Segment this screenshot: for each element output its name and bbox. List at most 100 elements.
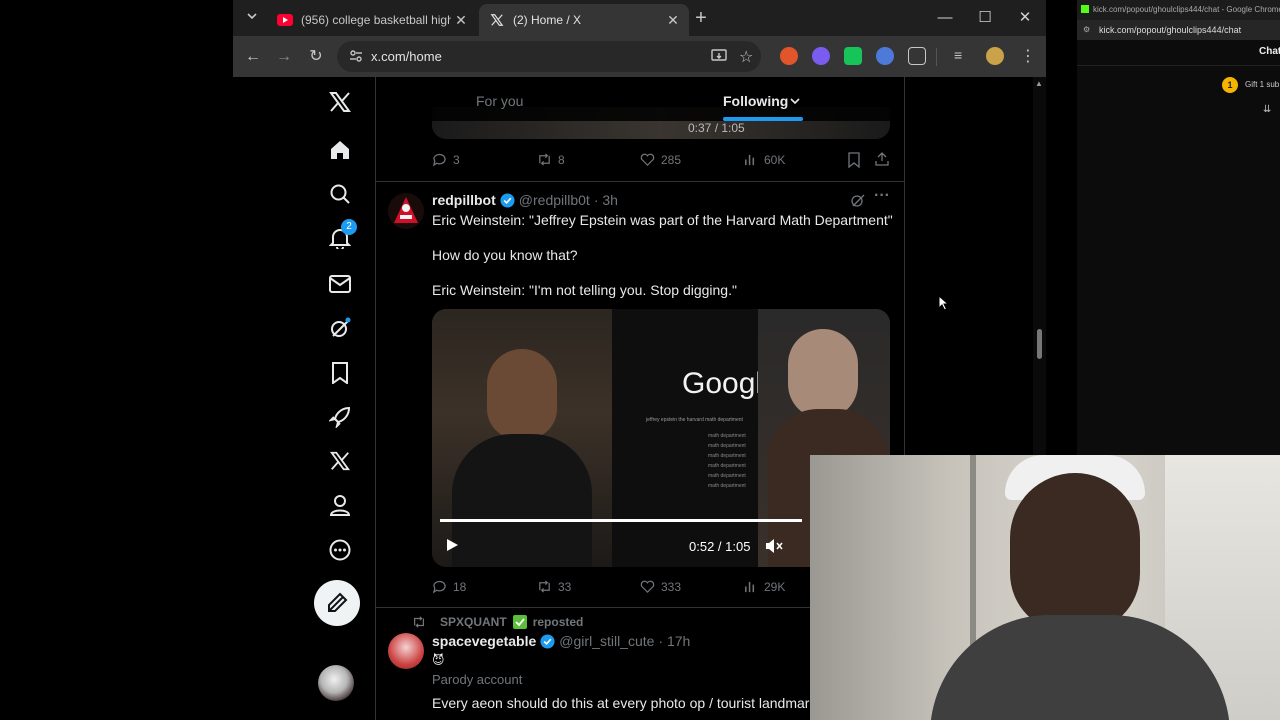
tab-search-button[interactable]: [239, 5, 265, 31]
premium-x-icon[interactable]: [327, 448, 353, 474]
views-button[interactable]: 29K: [743, 579, 785, 594]
author-name[interactable]: redpillbot: [432, 192, 496, 208]
x-logo-icon: [489, 12, 505, 28]
chat-header: Chat: [1077, 40, 1280, 66]
grok-icon[interactable]: [327, 315, 353, 341]
post-button[interactable]: [314, 580, 360, 626]
views-button[interactable]: 60K: [743, 152, 785, 167]
repost-icon: [414, 616, 424, 628]
like-button[interactable]: 333: [640, 579, 681, 594]
video-google-screen: Googl jeffrey epstein the harvard math d…: [612, 309, 762, 567]
video-progress-bar[interactable]: [440, 519, 802, 522]
url-text: x.com/home: [371, 49, 442, 64]
left-nav: 2: [303, 77, 373, 720]
reply-button[interactable]: 3: [432, 152, 460, 167]
repost-button[interactable]: 8: [537, 152, 565, 167]
more-options-icon[interactable]: ···: [874, 187, 890, 205]
popup-title: kick.com/popout/ghoulclips444/chat - Goo…: [1093, 5, 1280, 14]
verified-badge-icon: [500, 192, 515, 208]
popup-titlebar: kick.com/popout/ghoulclips444/chat - Goo…: [1077, 0, 1280, 20]
grok-action-icon[interactable]: [850, 192, 866, 213]
reply-button[interactable]: 18: [432, 579, 466, 594]
forward-button[interactable]: →: [271, 44, 297, 70]
heart-icon: [640, 580, 655, 593]
site-settings-icon[interactable]: [349, 49, 363, 68]
chevron-down-icon[interactable]: [789, 94, 801, 112]
profile-icon[interactable]: [327, 492, 353, 518]
reply-icon: [432, 580, 446, 594]
post-emoji: 😈: [432, 653, 445, 667]
post-time[interactable]: · 17h: [658, 633, 690, 649]
home-icon[interactable]: [327, 137, 353, 163]
minimize-button[interactable]: —: [930, 6, 960, 30]
toolbar-divider: [936, 48, 937, 66]
avatar[interactable]: [388, 193, 424, 229]
install-app-icon[interactable]: [711, 49, 727, 68]
popup-urlbar: ⚙ kick.com/popout/ghoulclips444/chat: [1077, 20, 1280, 40]
avatar[interactable]: [388, 633, 424, 669]
tab-following[interactable]: Following: [723, 93, 788, 109]
account-avatar[interactable]: [318, 665, 354, 701]
shield-extension-icon[interactable]: [876, 47, 894, 65]
bookmark-star-icon[interactable]: ☆: [739, 47, 753, 67]
maximize-button[interactable]: ☐: [970, 6, 1000, 30]
share-icon[interactable]: [874, 151, 890, 172]
chevron-down-icon: [247, 13, 257, 20]
author-name[interactable]: spacevegetable: [432, 633, 536, 649]
reply-count: 18: [453, 579, 467, 594]
like-button[interactable]: 285: [640, 152, 681, 167]
close-window-button[interactable]: ✕: [1010, 6, 1040, 30]
post-time[interactable]: · 3h: [594, 192, 618, 208]
prev-video-time: 0:37 / 1:05: [688, 121, 745, 135]
repost-button[interactable]: 33: [537, 579, 571, 594]
reposted-label: reposted: [532, 615, 584, 629]
profile-avatar-icon[interactable]: [986, 47, 1004, 65]
site-settings-icon[interactable]: ⚙: [1083, 25, 1090, 34]
scrollbar-thumb[interactable]: [1037, 329, 1042, 359]
author-handle[interactable]: @girl_still_cute: [559, 633, 654, 649]
bookmark-icon[interactable]: [847, 152, 861, 173]
x-logo-icon[interactable]: [327, 89, 353, 115]
feed-tabs: For you Following: [376, 77, 904, 121]
like-count: 285: [661, 152, 682, 167]
mouse-cursor-icon: [938, 295, 950, 311]
fox-extension-icon[interactable]: [780, 47, 798, 65]
post-text-line-1: Eric Weinstein: "Jeffrey Epstein was par…: [432, 212, 893, 228]
reload-button[interactable]: ↻: [303, 44, 329, 70]
notifications-icon[interactable]: 2: [327, 219, 357, 251]
dice-extension-icon[interactable]: [844, 47, 862, 65]
popup-url: kick.com/popout/ghoulclips444/chat: [1099, 25, 1242, 35]
post-text-line-2: How do you know that?: [432, 247, 578, 263]
media-controls-icon[interactable]: ≡: [954, 47, 962, 63]
more-icon[interactable]: [327, 537, 353, 563]
play-icon[interactable]: [444, 537, 460, 558]
messages-icon[interactable]: [327, 271, 353, 297]
like-count: 333: [661, 579, 682, 594]
pinned-menu-icon[interactable]: ⇊: [1263, 104, 1271, 115]
search-icon[interactable]: [327, 181, 353, 207]
back-button[interactable]: ←: [240, 44, 266, 70]
close-tab-icon[interactable]: ✕: [451, 12, 471, 29]
extensions-puzzle-icon[interactable]: [908, 47, 926, 65]
author-handle[interactable]: @redpillb0t: [519, 192, 590, 208]
gift-badge: 1: [1222, 77, 1238, 93]
new-tab-button[interactable]: +: [688, 5, 714, 31]
views-icon: [745, 154, 755, 166]
address-bar[interactable]: x.com/home ☆: [337, 41, 761, 72]
close-tab-icon[interactable]: ✕: [663, 12, 683, 29]
post-divider: [376, 181, 904, 182]
tab-youtube[interactable]: (956) college basketball highlig ✕: [267, 4, 477, 36]
reposter-name[interactable]: SPXQUANT: [440, 615, 507, 629]
repost-count: 33: [558, 579, 572, 594]
rocket-icon[interactable]: [327, 404, 353, 430]
more-menu-icon[interactable]: ⋮: [1020, 46, 1036, 66]
repost-count: 8: [558, 152, 565, 167]
purple-extension-icon[interactable]: [812, 47, 830, 65]
tab-x-home[interactable]: (2) Home / X ✕: [479, 4, 689, 36]
mute-icon[interactable]: [765, 538, 783, 559]
bookmarks-icon[interactable]: [327, 360, 353, 386]
post-header: redpillbot @redpillb0t · 3h: [432, 192, 618, 208]
gift-sub-text[interactable]: Gift 1 sub: [1245, 80, 1279, 89]
tab-for-you[interactable]: For you: [476, 93, 523, 109]
post-header: spacevegetable @girl_still_cute · 17h: [432, 633, 690, 649]
